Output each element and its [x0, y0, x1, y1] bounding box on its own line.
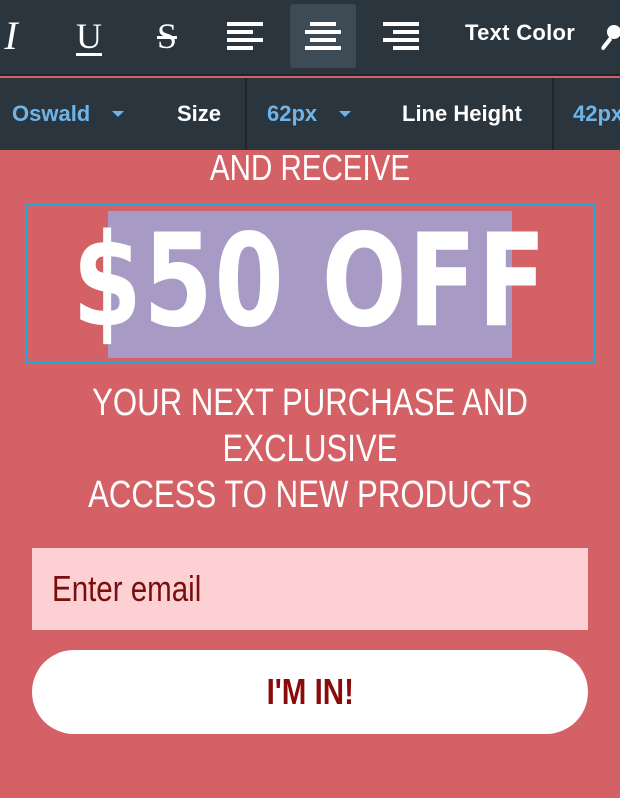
chevron-down-icon	[339, 111, 352, 117]
font-family-dropdown[interactable]: Oswald	[12, 78, 125, 150]
italic-icon: I	[4, 13, 18, 58]
subline-line-1: YOUR NEXT PURCHASE AND EXCLUSIVE	[92, 382, 528, 470]
italic-button[interactable]: I	[0, 4, 44, 68]
submit-button-label: I'M IN!	[266, 671, 354, 712]
chevron-down-icon	[112, 111, 125, 117]
line-height-value: 42px	[573, 101, 620, 126]
font-family-value: Oswald	[12, 101, 91, 126]
subline-text[interactable]: YOUR NEXT PURCHASE AND EXCLUSIVE ACCESS …	[56, 380, 564, 518]
align-right-icon	[383, 22, 419, 50]
underline-icon: U	[76, 16, 102, 56]
toolbar-divider	[552, 78, 554, 150]
subline-line-2: ACCESS TO NEW PRODUCTS	[88, 474, 532, 516]
align-left-button[interactable]	[212, 4, 278, 68]
underline-button[interactable]: U	[56, 4, 122, 68]
size-label: Size	[177, 101, 222, 126]
eyedropper-icon[interactable]	[600, 24, 620, 52]
align-center-button[interactable]	[290, 4, 356, 68]
size-value: 62px	[267, 101, 318, 126]
text-color-label[interactable]: Text Color	[465, 20, 575, 46]
line-height-label: Line Height	[402, 101, 522, 126]
pre-headline-text[interactable]: AND RECEIVE	[56, 148, 564, 188]
format-toolbar: I U S Text Color	[0, 0, 620, 76]
align-center-icon	[305, 22, 341, 50]
size-dropdown[interactable]: 62px	[267, 78, 352, 150]
align-left-icon	[227, 22, 263, 50]
toolbar-divider	[245, 78, 247, 150]
submit-button[interactable]: I'M IN!	[32, 650, 588, 734]
align-right-button[interactable]	[368, 4, 434, 68]
strikethrough-button[interactable]: S	[134, 4, 200, 68]
font-toolbar: Oswald Size 62px Line Height 42px	[0, 78, 620, 150]
email-field[interactable]	[32, 548, 588, 630]
strikethrough-icon: S	[156, 16, 178, 56]
headline-text[interactable]: $50 OFF	[68, 207, 552, 357]
line-height-dropdown[interactable]: 42px	[573, 78, 620, 150]
